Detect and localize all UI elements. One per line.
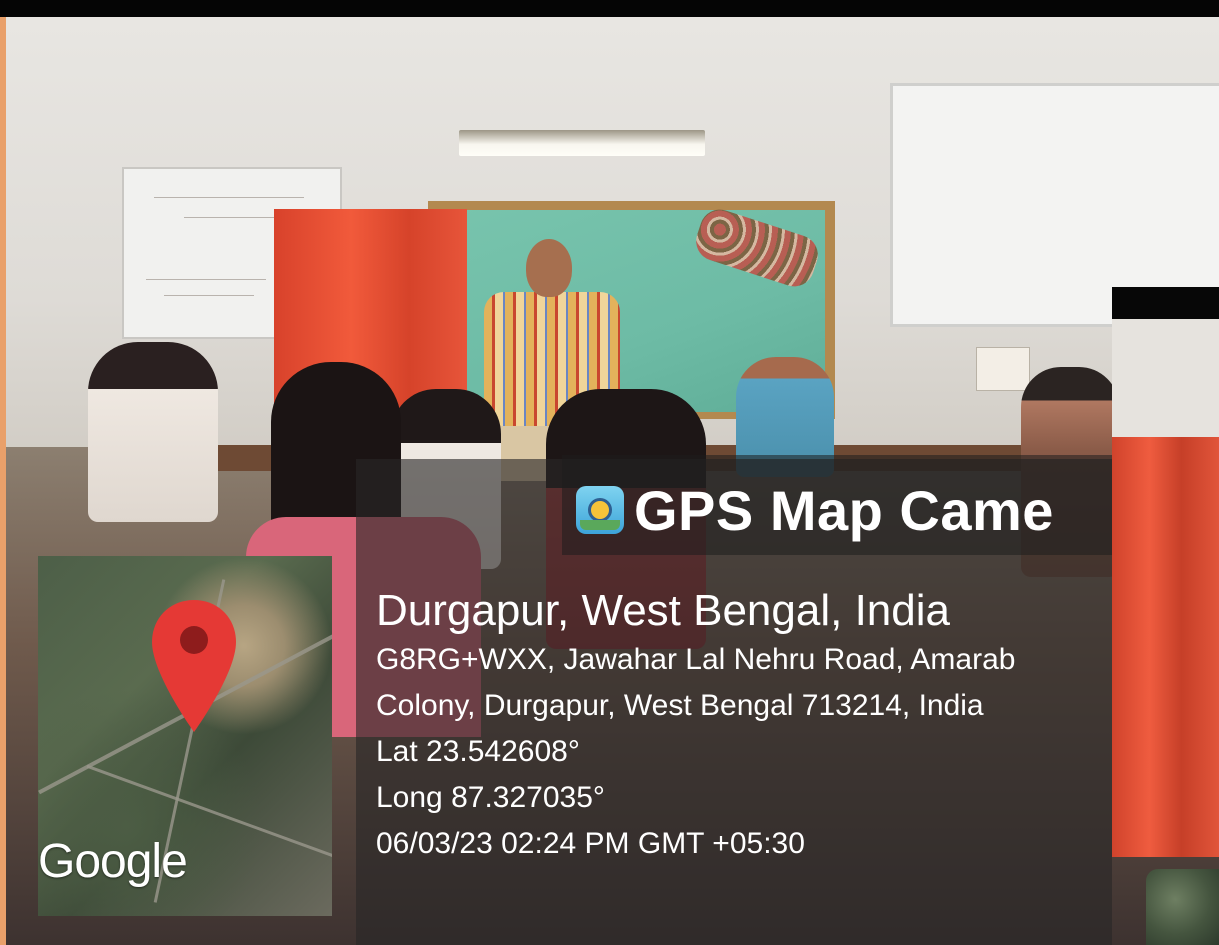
- photo-frame: Google GPS Map Came Durgapur, West Benga…: [0, 0, 1219, 945]
- longitude-line: Long 87.327035°: [376, 781, 605, 814]
- top-black-bar: [0, 0, 1219, 17]
- google-logo: Google: [38, 835, 188, 888]
- timestamp-line: 06/03/23 02:24 PM GMT +05:30: [376, 827, 805, 860]
- gps-app-title: GPS Map Came: [576, 475, 1112, 545]
- teacher-head: [526, 239, 572, 297]
- city-line: Durgapur, West Bengal, India: [376, 586, 950, 635]
- second-photo-wall: [1112, 319, 1219, 437]
- app-name: GPS Map Came: [634, 478, 1054, 542]
- address-line-2: Colony, Durgapur, West Bengal 713214, In…: [376, 689, 984, 722]
- latitude-line: Lat 23.542608°: [376, 735, 580, 768]
- second-photo-red-curtain: [1112, 437, 1219, 857]
- location-details: Durgapur, West Bengal, India G8RG+WXX, J…: [376, 585, 1112, 867]
- map-pin-icon: [152, 600, 236, 732]
- wall-sign: [976, 347, 1030, 391]
- classroom-photo: Google GPS Map Came Durgapur, West Benga…: [6, 17, 1219, 945]
- second-photo-map-corner: [1146, 869, 1219, 945]
- satellite-map-thumbnail: Google: [38, 556, 332, 916]
- gps-map-camera-icon: [576, 486, 624, 534]
- second-photo-top-bar: [1112, 287, 1219, 319]
- address-line-1: G8RG+WXX, Jawahar Lal Nehru Road, Amarab: [376, 643, 1016, 676]
- tube-light: [459, 130, 705, 156]
